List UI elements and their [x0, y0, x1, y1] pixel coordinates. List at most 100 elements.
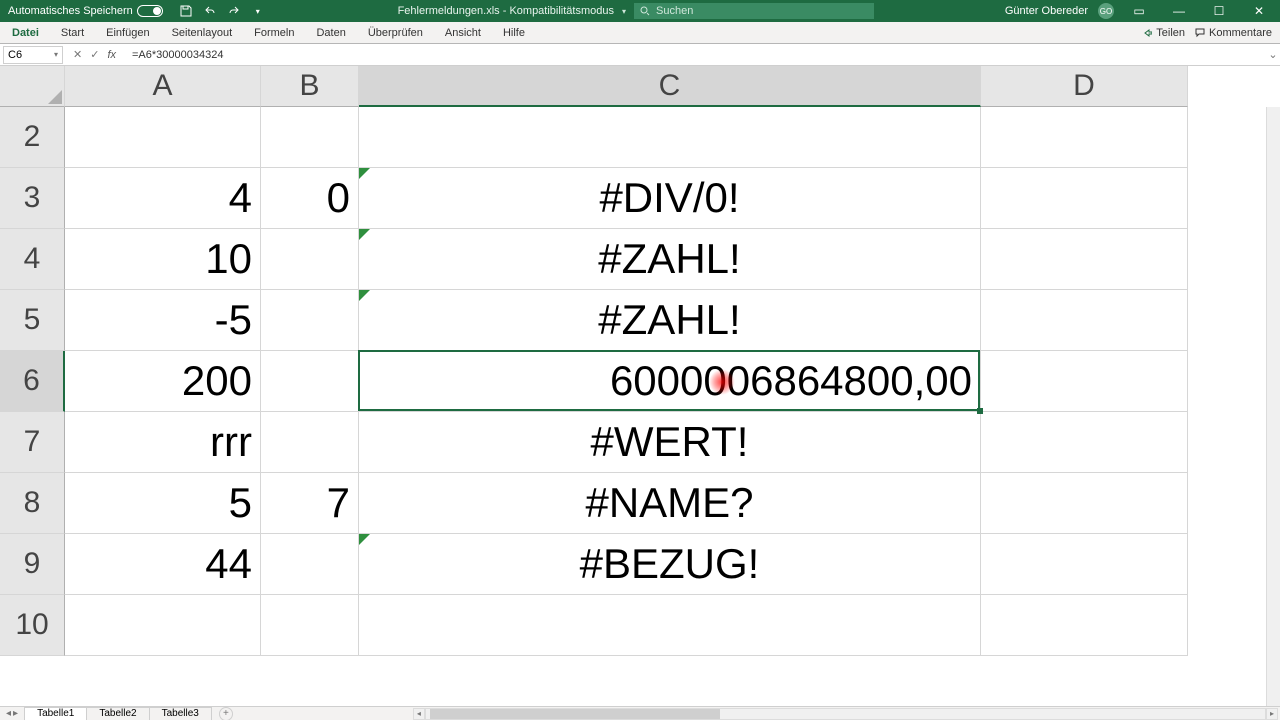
ribbon-display-icon[interactable]: ▭: [1124, 4, 1154, 18]
hscroll-left-icon[interactable]: ◂: [413, 708, 425, 720]
ribbon-tab-hilfe[interactable]: Hilfe: [501, 23, 527, 43]
minimize-button[interactable]: —: [1164, 4, 1194, 18]
cell-C2[interactable]: [359, 107, 981, 168]
cell-B8[interactable]: 7: [261, 473, 359, 534]
save-icon[interactable]: [179, 4, 193, 18]
cell-B9[interactable]: [261, 534, 359, 595]
row-header-8[interactable]: 8: [0, 473, 65, 534]
share-label: Teilen: [1156, 27, 1185, 39]
cell-A10[interactable]: [65, 595, 261, 656]
ribbon-tab-datei[interactable]: Datei: [10, 23, 41, 43]
cell-B7[interactable]: [261, 412, 359, 473]
fx-icon[interactable]: fx: [107, 49, 116, 61]
ribbon-tab-start[interactable]: Start: [59, 23, 86, 43]
worksheet-grid[interactable]: ABCD 2345678910 40#DIV/0!10#ZAHL!-5#ZAHL…: [0, 66, 1280, 706]
cell-C4[interactable]: #ZAHL!: [359, 229, 981, 290]
row-header-9[interactable]: 9: [0, 534, 65, 595]
cell-A2[interactable]: [65, 107, 261, 168]
sheet-nav-prev-icon[interactable]: ◂: [6, 708, 11, 719]
add-sheet-button[interactable]: +: [219, 707, 233, 720]
row-header-10[interactable]: 10: [0, 595, 65, 656]
sheet-nav-next-icon[interactable]: ▸: [13, 708, 18, 719]
cell-D3[interactable]: [981, 168, 1188, 229]
column-header-B[interactable]: B: [261, 66, 359, 107]
column-header-C[interactable]: C: [359, 66, 981, 107]
cell-C7[interactable]: #WERT!: [359, 412, 981, 473]
cell-D10[interactable]: [981, 595, 1188, 656]
qat-dropdown-icon[interactable]: ▾: [251, 4, 265, 18]
sheet-tab-bar: ◂ ▸ Tabelle1Tabelle2Tabelle3 + ◂ ▸: [0, 706, 1280, 720]
select-all-button[interactable]: [0, 66, 65, 107]
row-header-5[interactable]: 5: [0, 290, 65, 351]
ribbon-tab-einfügen[interactable]: Einfügen: [104, 23, 151, 43]
title-dropdown-icon[interactable]: ▾: [622, 7, 626, 16]
avatar[interactable]: GO: [1098, 3, 1114, 19]
column-header-D[interactable]: D: [981, 66, 1188, 107]
title-bar: Automatisches Speichern ▾ Fehlermeldunge…: [0, 0, 1280, 22]
vertical-scrollbar[interactable]: [1266, 107, 1280, 706]
cell-A6[interactable]: 200: [65, 351, 261, 412]
fill-handle[interactable]: [977, 408, 983, 414]
ribbon: Datei Start Einfügen Seitenlayout Formeln Dat…: [0, 22, 1280, 44]
ribbon-tab-überprüfen[interactable]: Überprüfen: [366, 23, 425, 43]
cell-A4[interactable]: 10: [65, 229, 261, 290]
row-header-3[interactable]: 3: [0, 168, 65, 229]
comments-label: Kommentare: [1209, 27, 1272, 39]
autosave-toggle[interactable]: Automatisches Speichern: [0, 5, 171, 17]
cell-D6[interactable]: [981, 351, 1188, 412]
cell-A3[interactable]: 4: [65, 168, 261, 229]
cell-B3[interactable]: 0: [261, 168, 359, 229]
cell-B5[interactable]: [261, 290, 359, 351]
cell-C8[interactable]: #NAME?: [359, 473, 981, 534]
cell-reference: C6: [8, 49, 22, 61]
search-input[interactable]: Suchen: [634, 3, 874, 19]
ribbon-tab-ansicht[interactable]: Ansicht: [443, 23, 483, 43]
comments-button[interactable]: Kommentare: [1195, 27, 1272, 39]
redo-icon[interactable]: [227, 4, 241, 18]
maximize-button[interactable]: ☐: [1204, 4, 1234, 18]
chevron-down-icon: ▾: [54, 50, 58, 59]
name-box[interactable]: C6 ▾: [3, 46, 63, 64]
cell-A7[interactable]: rrr: [65, 412, 261, 473]
column-header-A[interactable]: A: [65, 66, 261, 107]
cell-D8[interactable]: [981, 473, 1188, 534]
row-header-7[interactable]: 7: [0, 412, 65, 473]
formula-bar-expand-icon[interactable]: ⌄: [1266, 48, 1280, 61]
quick-access-toolbar: ▾: [171, 4, 273, 18]
cell-A5[interactable]: -5: [65, 290, 261, 351]
cell-B6[interactable]: [261, 351, 359, 412]
cell-C6[interactable]: 6000006864800,00: [359, 351, 981, 412]
row-header-4[interactable]: 4: [0, 229, 65, 290]
cancel-formula-icon[interactable]: ✕: [73, 48, 82, 61]
cell-D2[interactable]: [981, 107, 1188, 168]
accept-formula-icon[interactable]: ✓: [90, 48, 99, 61]
cell-A9[interactable]: 44: [65, 534, 261, 595]
row-header-6[interactable]: 6: [0, 351, 65, 412]
ribbon-tab-daten[interactable]: Daten: [314, 23, 347, 43]
row-header-2[interactable]: 2: [0, 107, 65, 168]
ribbon-tab-seitenlayout[interactable]: Seitenlayout: [170, 23, 235, 43]
cell-B2[interactable]: [261, 107, 359, 168]
close-button[interactable]: ✕: [1244, 4, 1274, 18]
formula-input[interactable]: =A6*30000034324: [126, 49, 1266, 61]
cell-D9[interactable]: [981, 534, 1188, 595]
cell-C3[interactable]: #DIV/0!: [359, 168, 981, 229]
search-icon: [640, 6, 650, 16]
cell-A8[interactable]: 5: [65, 473, 261, 534]
sheet-tab-tabelle2[interactable]: Tabelle2: [86, 707, 149, 720]
cell-C10[interactable]: [359, 595, 981, 656]
undo-icon[interactable]: [203, 4, 217, 18]
cell-B4[interactable]: [261, 229, 359, 290]
cell-D7[interactable]: [981, 412, 1188, 473]
sheet-tab-tabelle1[interactable]: Tabelle1: [24, 707, 87, 720]
cell-D4[interactable]: [981, 229, 1188, 290]
cell-C5[interactable]: #ZAHL!: [359, 290, 981, 351]
cell-D5[interactable]: [981, 290, 1188, 351]
cell-B10[interactable]: [261, 595, 359, 656]
horizontal-scrollbar[interactable]: [425, 708, 1266, 720]
ribbon-tab-formeln[interactable]: Formeln: [252, 23, 296, 43]
cell-C9[interactable]: #BEZUG!: [359, 534, 981, 595]
sheet-tab-tabelle3[interactable]: Tabelle3: [149, 707, 212, 720]
share-button[interactable]: Teilen: [1142, 27, 1185, 39]
hscroll-right-icon[interactable]: ▸: [1266, 708, 1278, 720]
